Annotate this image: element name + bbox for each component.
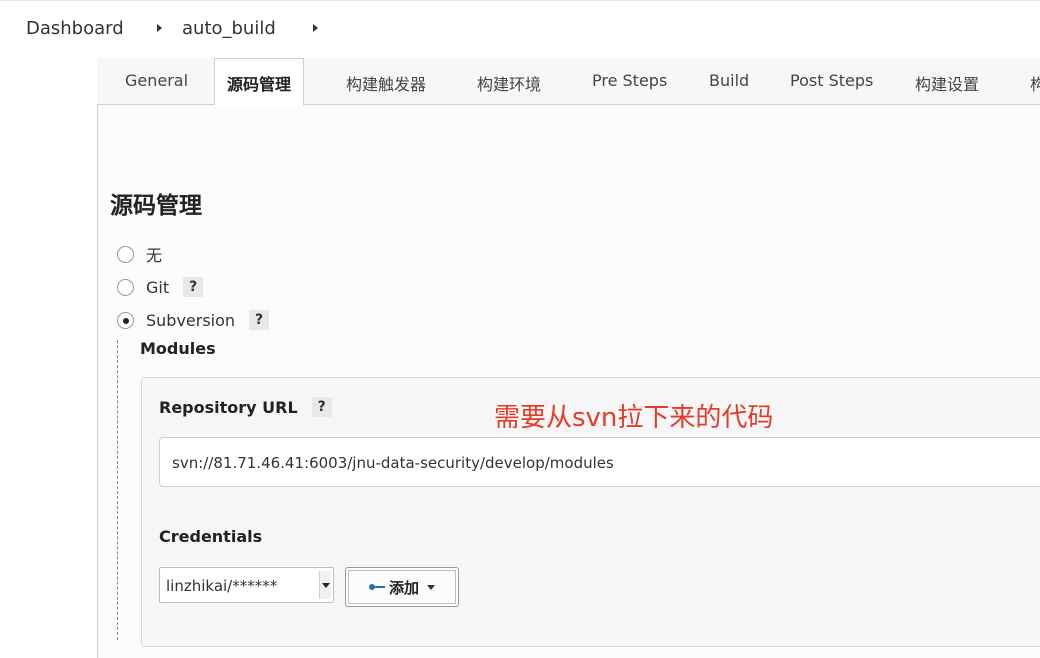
tab-truncated[interactable]: 构 — [1030, 71, 1040, 95]
repository-url-label: Repository URL ? — [159, 397, 332, 417]
radio-button[interactable] — [117, 245, 134, 263]
section-divider — [117, 340, 118, 640]
caret-down-icon — [427, 584, 435, 590]
scm-option-label: 无 — [146, 246, 163, 265]
scm-option-git[interactable]: Git ? — [117, 276, 204, 298]
help-icon[interactable]: ? — [249, 310, 270, 330]
tab-post-steps[interactable]: Post Steps — [790, 71, 873, 90]
repository-url-input[interactable]: svn://81.71.46.41:6003/jnu-data-security… — [159, 437, 1040, 487]
tab-build-triggers[interactable]: 构建触发器 — [346, 71, 426, 95]
repository-url-label-text: Repository URL — [159, 397, 298, 417]
credentials-label-text: Credentials — [159, 527, 263, 546]
modules-label: Modules — [140, 339, 216, 358]
tab-build[interactable]: Build — [709, 71, 749, 90]
chevron-right-icon — [157, 24, 162, 32]
tab-pre-steps[interactable]: Pre Steps — [592, 71, 667, 90]
credentials-select[interactable]: linzhikai/****** — [159, 567, 334, 603]
credentials-label: Credentials — [159, 527, 262, 546]
scm-option-none[interactable]: 无 — [117, 243, 162, 265]
tab-build-settings[interactable]: 构建设置 — [915, 71, 979, 95]
caret-down-icon[interactable] — [319, 571, 331, 599]
radio-button[interactable] — [117, 278, 134, 296]
tab-general[interactable]: General — [125, 71, 188, 90]
key-icon — [368, 583, 385, 591]
add-credentials-label: 添加 — [388, 578, 419, 597]
radio-button[interactable] — [117, 311, 134, 329]
credentials-selected-value: linzhikai/****** — [166, 577, 278, 595]
config-tab-bar: General 源码管理 构建触发器 构建环境 Pre Steps Build … — [97, 58, 1040, 106]
scm-option-label: Subversion — [146, 310, 236, 330]
breadcrumb-auto-build[interactable]: auto_build — [182, 18, 276, 39]
tab-build-environment[interactable]: 构建环境 — [477, 71, 541, 95]
scm-option-subversion[interactable]: Subversion ? — [117, 309, 270, 331]
help-icon[interactable]: ? — [311, 397, 332, 417]
top-bar — [0, 0, 1040, 58]
tab-source-code-management[interactable]: 源码管理 — [214, 58, 305, 106]
help-icon[interactable]: ? — [183, 277, 204, 297]
section-title: 源码管理 — [110, 193, 202, 219]
chevron-right-icon[interactable] — [313, 24, 318, 32]
scm-option-label: Git — [146, 277, 170, 297]
annotation-text: 需要从svn拉下来的代码 — [494, 403, 774, 433]
add-credentials-button[interactable]: 添加 — [345, 567, 459, 607]
breadcrumb-dashboard[interactable]: Dashboard — [26, 18, 124, 39]
